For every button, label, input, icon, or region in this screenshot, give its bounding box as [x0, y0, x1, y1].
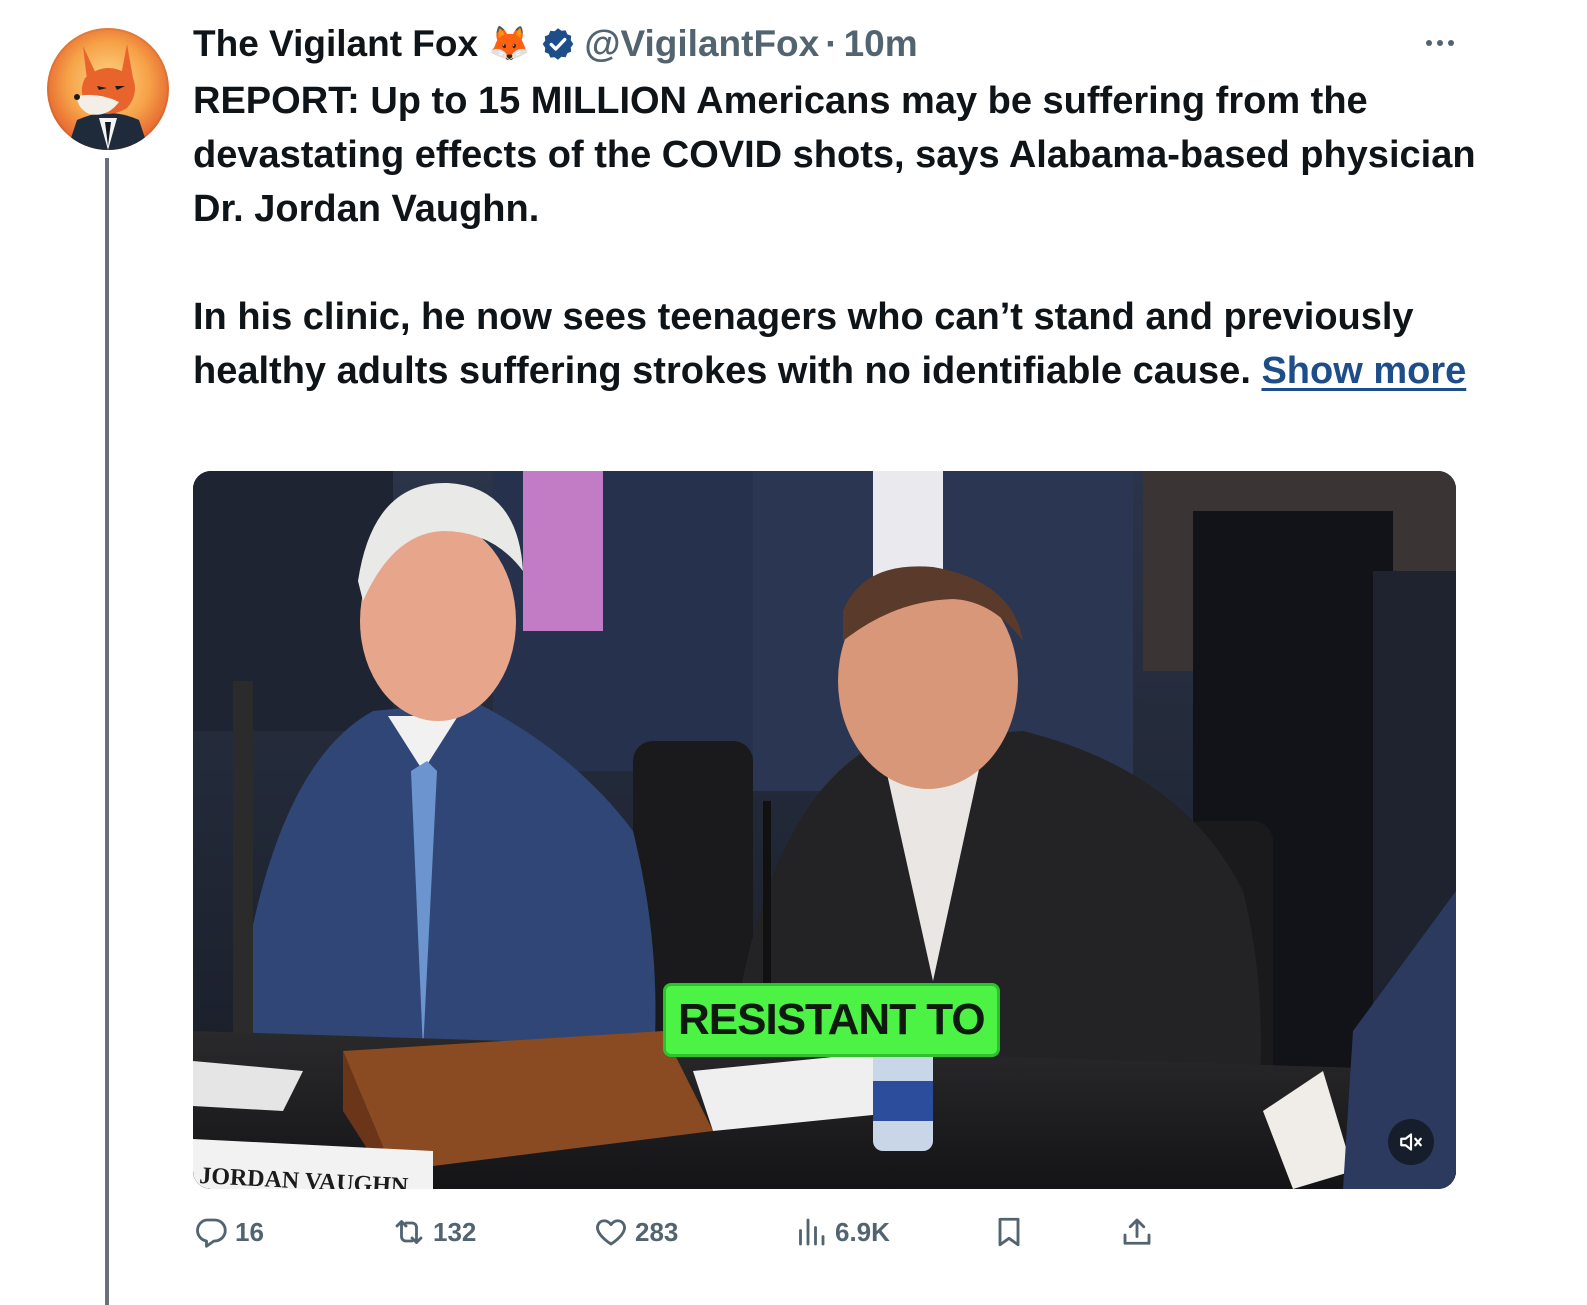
bookmark-icon: [998, 1217, 1020, 1247]
tweet-actions: 16 132 283 6.9K: [193, 1205, 1456, 1259]
fox-emoji: 🦊: [488, 25, 531, 63]
tweet[interactable]: The Vigilant Fox 🦊 @VigilantFox · 10m RE…: [0, 0, 1587, 1305]
reply-count: 16: [235, 1216, 264, 1247]
separator-dot: ·: [825, 23, 838, 64]
thread-line: [105, 158, 109, 1305]
tweet-text: REPORT: Up to 15 MILLION Americans may b…: [193, 74, 1483, 398]
video-frame: JORDAN VAUGHN: [193, 471, 1456, 1189]
bookmark-button[interactable]: [991, 1205, 1027, 1259]
retweet-button[interactable]: 132: [391, 1205, 476, 1259]
views-icon: [799, 1218, 825, 1246]
verified-badge-icon: [540, 26, 576, 62]
heart-icon: [596, 1219, 626, 1246]
reply-icon: [196, 1218, 227, 1248]
reply-button[interactable]: 16: [193, 1205, 264, 1259]
more-options-button[interactable]: [1420, 28, 1460, 58]
mute-toggle-button[interactable]: [1388, 1119, 1434, 1165]
avatar[interactable]: [47, 28, 169, 150]
tweet-paragraph-2: In his clinic, he now sees teenagers who…: [193, 290, 1483, 398]
share-button[interactable]: [1119, 1205, 1155, 1259]
show-more-link[interactable]: Show more: [1261, 350, 1466, 392]
timestamp[interactable]: 10m: [844, 23, 918, 65]
video-player[interactable]: JORDAN VAUGHN RESISTANT TO: [193, 471, 1456, 1189]
retweet-count: 132: [433, 1216, 477, 1247]
author-handle[interactable]: @VigilantFox: [584, 23, 819, 65]
tweet-paragraph-2-text: In his clinic, he now sees teenagers who…: [193, 296, 1414, 392]
views-button[interactable]: 6.9K: [793, 1205, 890, 1259]
like-button[interactable]: 283: [593, 1205, 678, 1259]
retweet-icon: [395, 1220, 423, 1244]
like-count: 283: [635, 1216, 679, 1247]
share-icon: [1123, 1218, 1151, 1245]
video-caption: RESISTANT TO: [663, 983, 1000, 1057]
tweet-header: The Vigilant Fox 🦊 @VigilantFox · 10m: [193, 18, 918, 70]
speaker-muted-icon: [1400, 1133, 1422, 1151]
more-horizontal-icon: [1426, 40, 1454, 46]
tweet-paragraph-1: REPORT: Up to 15 MILLION Americans may b…: [193, 80, 1476, 230]
views-count: 6.9K: [835, 1216, 890, 1247]
fox-avatar-illustration: [67, 44, 149, 150]
author-name[interactable]: The Vigilant Fox: [193, 23, 478, 65]
